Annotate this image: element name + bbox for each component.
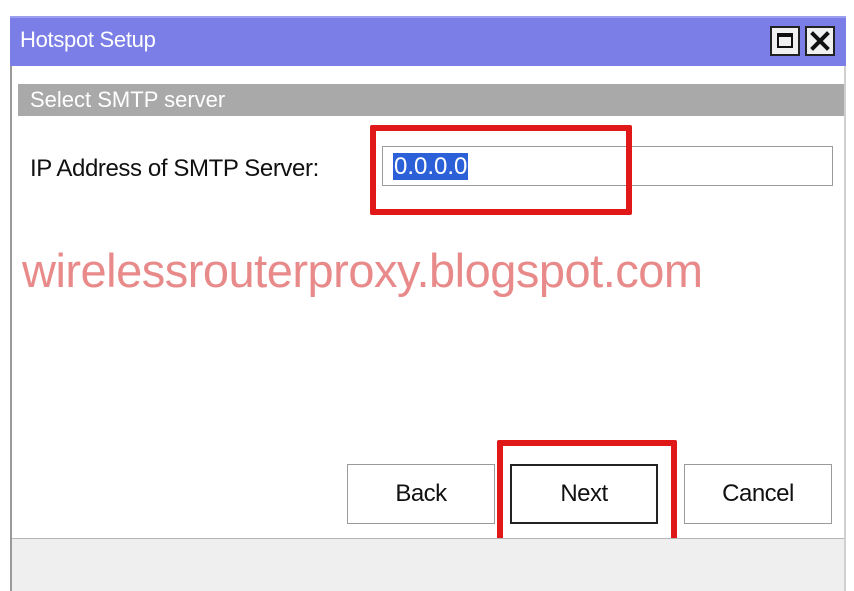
watermark: wirelessrouterproxy.blogspot.com [22,244,703,297]
back-button[interactable]: Back [347,464,495,524]
title-bar[interactable]: Hotspot Setup [10,16,846,66]
section-title: Select SMTP server [30,87,226,112]
maximize-icon [777,33,793,48]
cancel-button[interactable]: Cancel [684,464,832,524]
status-bar [12,538,844,591]
window-title: Hotspot Setup [20,27,156,52]
close-button[interactable] [805,26,835,56]
close-icon [810,31,830,51]
maximize-button[interactable] [770,26,800,56]
section-header: Select SMTP server [18,84,844,116]
window-left-border [10,66,12,591]
ip-field-highlight [370,125,632,215]
window-right-border [844,66,846,591]
smtp-ip-label: IP Address of SMTP Server: [30,155,319,182]
hotspot-setup-window: Hotspot Setup Select SMTP server IP Addr… [0,0,854,591]
next-button-highlight [497,440,677,545]
